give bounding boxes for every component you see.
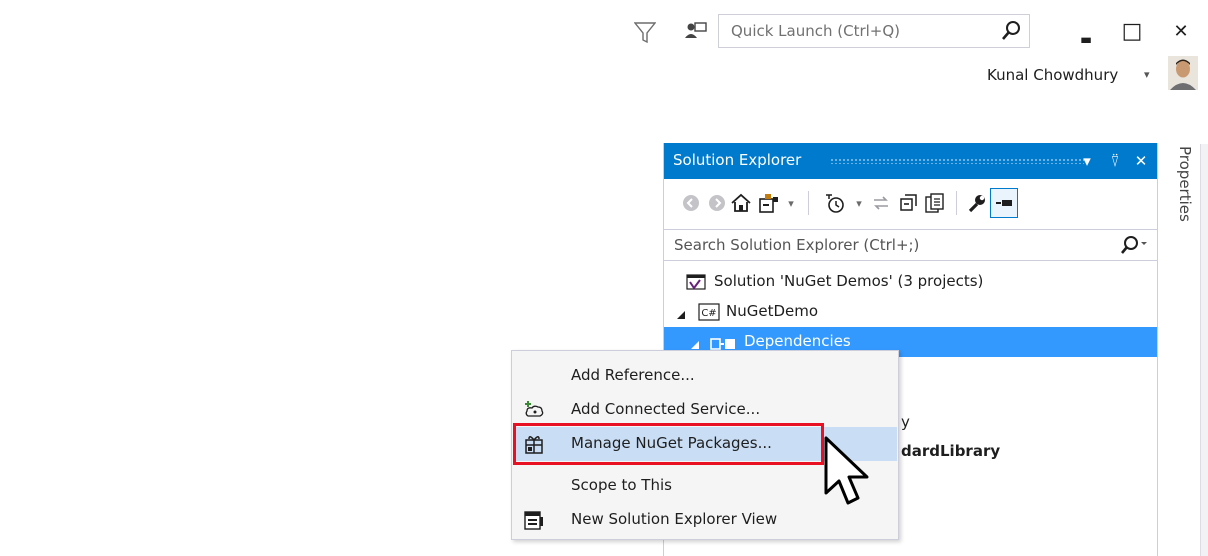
tree-item-project[interactable]: C# NuGetDemo [664,297,1157,327]
solution-explorer-title: Solution Explorer [673,151,802,169]
maximize-button[interactable]: □ [1116,16,1148,46]
maximize-icon: □ [1121,18,1143,44]
user-name[interactable]: Kunal Chowdhury [987,66,1118,84]
csharp-project-icon: C# [698,303,720,325]
menu-item-label: Scope to This [571,476,672,494]
feedback-icon[interactable] [685,22,707,42]
expanded-triangle-icon[interactable] [690,336,700,349]
new-view-icon [523,509,545,531]
solution-label: Solution 'NuGet Demos' (3 projects) [714,272,984,290]
solution-explorer-search-input[interactable]: Search Solution Explorer (Ctrl+;) [664,229,1157,261]
notification-filter-icon[interactable] [633,20,657,44]
dependencies-label: Dependencies [744,332,851,350]
menu-item-add-reference[interactable]: Add Reference... [513,359,897,393]
switch-views-dropdown-icon[interactable]: ▾ [778,188,804,218]
window-position-dropdown-icon[interactable]: ▾ [1076,149,1098,173]
minimize-icon: ▃ [1081,29,1091,43]
mouse-pointer-icon [820,435,882,515]
pin-icon[interactable]: ⍢ [1104,149,1126,173]
pending-changes-filter-icon[interactable] [822,188,848,218]
search-icon[interactable] [999,19,1023,43]
tree-item-class-library[interactable]: dardLibrary [901,442,1000,460]
solution-explorer-toolbar: ▾ ▾ [664,179,1157,229]
close-panel-icon[interactable]: ✕ [1130,149,1152,173]
preview-selected-items-icon[interactable] [990,188,1018,218]
project-label: NuGetDemo [726,302,819,320]
quick-launch-input[interactable]: Quick Launch (Ctrl+Q) [718,14,1030,48]
connected-service-icon [523,399,545,421]
minimize-button[interactable]: ▃ [1070,16,1102,46]
home-icon[interactable] [728,188,754,218]
properties-wrench-icon[interactable] [964,188,990,218]
search-icon[interactable] [1119,234,1149,256]
close-icon: ✕ [1173,20,1189,42]
collapse-all-icon[interactable] [896,188,922,218]
menu-item-label: Add Reference... [571,366,695,384]
menu-item-label: New Solution Explorer View [571,510,778,528]
menu-item-label: Add Connected Service... [571,400,761,418]
avatar[interactable] [1168,56,1198,90]
tree-item-solution[interactable]: Solution 'NuGet Demos' (3 projects) [664,267,1157,297]
properties-tab[interactable]: Properties [1170,144,1196,240]
tree-item-partial[interactable]: y [901,413,910,431]
toolbar-separator [956,191,957,215]
close-window-button[interactable]: ✕ [1165,16,1197,46]
svg-text:C#: C# [701,308,716,319]
properties-tab-label: Properties [1176,146,1194,222]
expanded-triangle-icon[interactable] [676,306,686,319]
visual-studio-solution-icon [686,274,706,296]
drag-grip[interactable] [830,158,1084,164]
menu-item-add-connected-service[interactable]: Add Connected Service... [513,393,897,427]
solution-explorer-search-placeholder: Search Solution Explorer (Ctrl+;) [674,236,920,254]
highlight-callout [513,423,824,465]
toolbar-separator [808,191,809,215]
chevron-down-icon[interactable]: ▾ [1144,68,1150,81]
solution-explorer-header[interactable]: Solution Explorer ▾ ⍢ ✕ [664,143,1157,179]
show-all-files-icon[interactable] [922,188,948,218]
sync-with-document-icon[interactable] [868,188,894,218]
forward-icon[interactable] [704,188,730,218]
back-icon[interactable] [678,188,704,218]
quick-launch-placeholder: Quick Launch (Ctrl+Q) [731,22,901,40]
side-scrollbar[interactable] [1200,144,1208,556]
